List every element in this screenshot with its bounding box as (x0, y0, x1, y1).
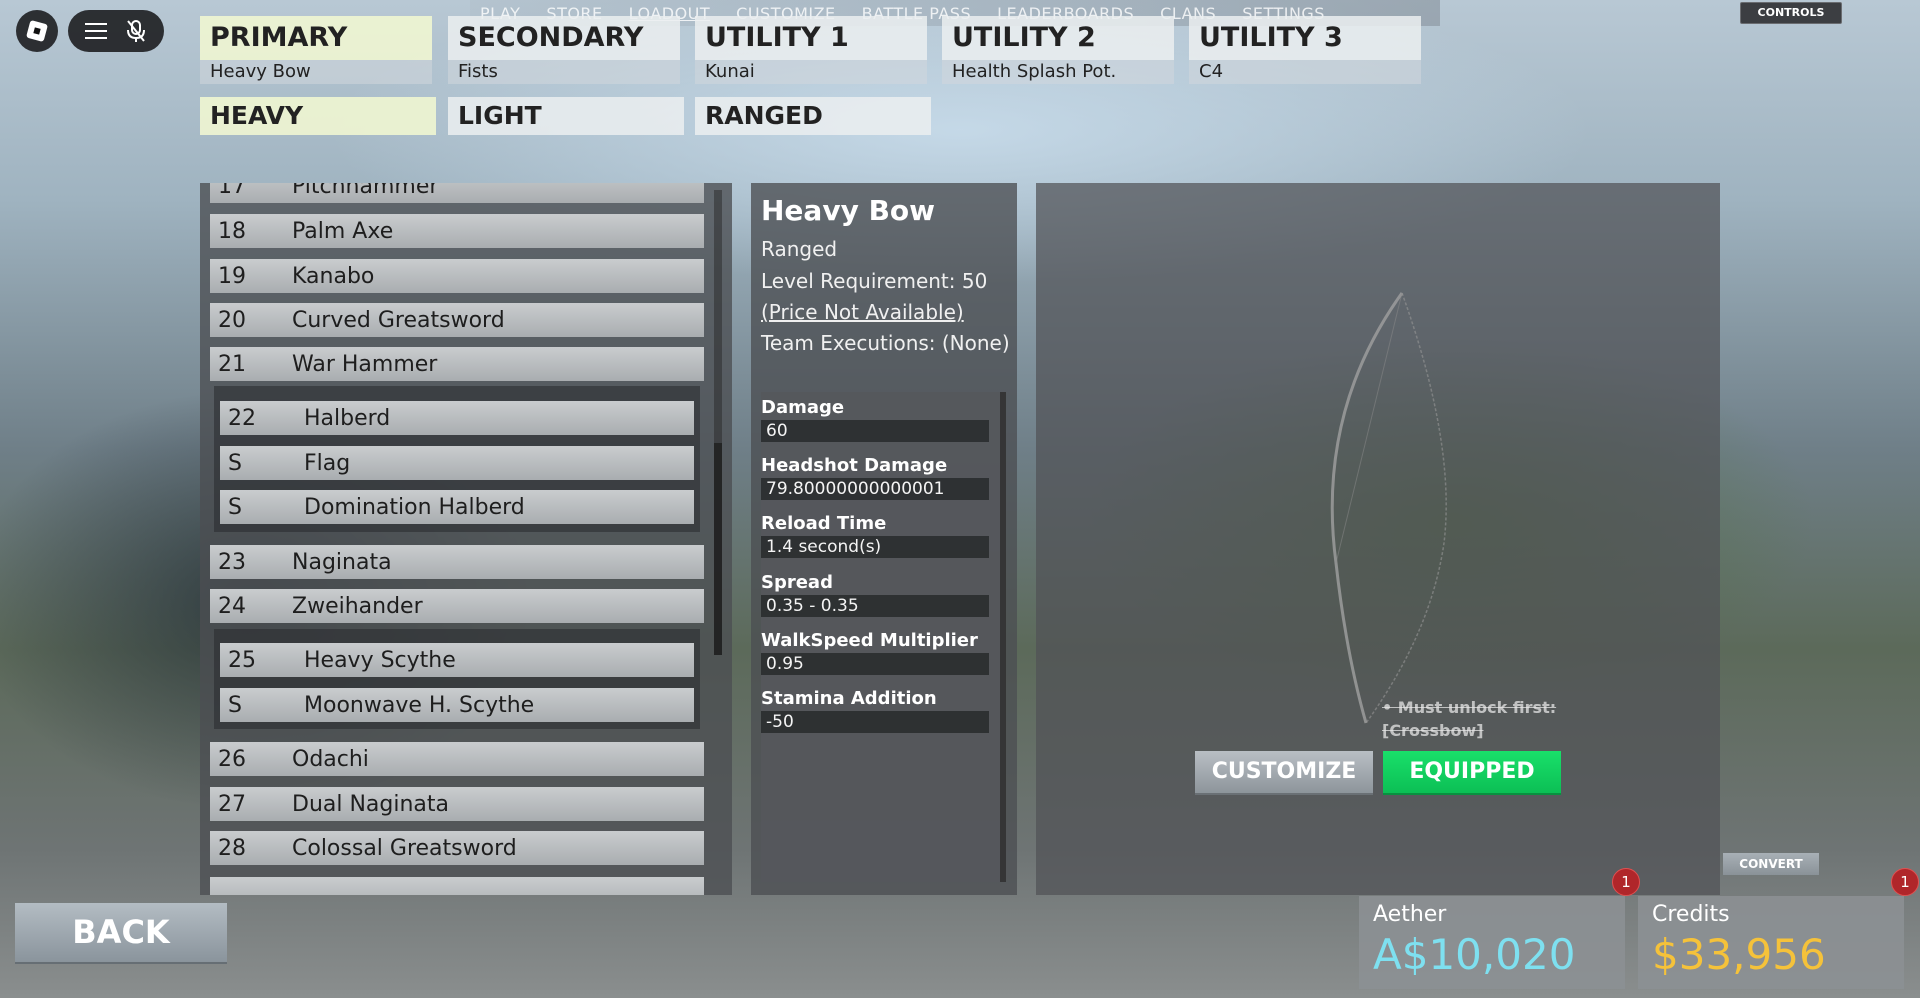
hamburger-menu-icon[interactable] (85, 23, 107, 39)
controls-button[interactable]: CONTROLS (1740, 2, 1842, 24)
weapon-row[interactable]: S Domination Halberd (220, 490, 694, 524)
stat-value: 60 (761, 420, 989, 442)
weapon-row[interactable]: 19 Kanabo (210, 259, 704, 293)
stat-label: Spread (761, 572, 833, 593)
slot-primary[interactable]: PRIMARY Heavy Bow (200, 16, 432, 84)
weapon-row[interactable]: S Moonwave H. Scythe (220, 688, 694, 722)
weapon-row[interactable]: 20 Curved Greatsword (210, 303, 704, 337)
credits-currency[interactable]: Credits $33,956 (1638, 896, 1904, 989)
price-link[interactable]: (Price Not Available) (761, 300, 964, 324)
credits-label: Credits (1652, 902, 1730, 927)
aether-notification-badge: 1 (1612, 868, 1640, 896)
slot-utility-2-item: Health Splash Pot. (942, 60, 1174, 84)
team-executions: Team Executions: (None) (761, 331, 1010, 355)
slot-utility-2[interactable]: UTILITY 2 Health Splash Pot. (942, 16, 1174, 84)
slot-utility-3-label: UTILITY 3 (1189, 16, 1421, 60)
slot-utility-1-item: Kunai (695, 60, 927, 84)
weapon-row[interactable]: 21 War Hammer (210, 347, 704, 381)
stat-value: 0.95 (761, 653, 989, 675)
slot-primary-label: PRIMARY (200, 16, 432, 60)
unlock-requirement: • Must unlock first: [Crossbow] (1382, 698, 1557, 740)
microphone-muted-icon[interactable] (125, 19, 147, 43)
category-light[interactable]: LIGHT (448, 97, 684, 135)
stats-scrollbar[interactable] (1000, 392, 1006, 882)
category-heavy[interactable]: HEAVY (200, 97, 436, 135)
roblox-logo-icon (25, 19, 49, 43)
slot-utility-1[interactable]: UTILITY 1 Kunai (695, 16, 927, 84)
convert-button[interactable]: CONVERT (1723, 853, 1819, 875)
credits-notification-badge: 1 (1891, 868, 1919, 896)
weapon-row[interactable] (210, 877, 704, 895)
equipped-button[interactable]: EQUIPPED (1383, 751, 1561, 793)
stat-value: -50 (761, 711, 989, 733)
aether-currency[interactable]: Aether A$10,020 (1359, 896, 1625, 989)
stat-label: WalkSpeed Multiplier (761, 630, 978, 651)
weapon-row[interactable]: S Flag (220, 446, 694, 480)
weapon-row[interactable]: 17 Pitchhammer (210, 183, 704, 203)
weapon-preview-panel (1036, 183, 1720, 895)
weapon-row[interactable]: 24 Zweihander (210, 589, 704, 623)
stat-label: Reload Time (761, 513, 887, 534)
roblox-menu-button[interactable] (16, 10, 58, 52)
weapon-type: Ranged (761, 237, 838, 261)
bow-model-icon (1330, 292, 1447, 724)
aether-value: A$10,020 (1373, 930, 1576, 979)
slot-utility-3[interactable]: UTILITY 3 C4 (1189, 16, 1421, 84)
back-button[interactable]: BACK (15, 903, 227, 962)
stat-label: Damage (761, 397, 845, 418)
slot-utility-1-label: UTILITY 1 (695, 16, 927, 60)
weapon-list-scroll-thumb[interactable] (714, 443, 722, 655)
slot-utility-3-item: C4 (1189, 60, 1421, 84)
weapon-row[interactable]: 27 Dual Naginata (210, 787, 704, 821)
slot-secondary-label: SECONDARY (448, 16, 680, 60)
roblox-toolbar (68, 10, 164, 52)
customize-button[interactable]: CUSTOMIZE (1195, 751, 1373, 793)
category-ranged[interactable]: RANGED (695, 97, 931, 135)
weapon-row[interactable]: 22 Halberd (220, 401, 694, 435)
credits-value: $33,956 (1652, 930, 1826, 979)
weapon-list-panel: 17 Pitchhammer 18 Palm Axe 19 Kanabo 20 … (200, 183, 732, 895)
weapon-row[interactable]: 25 Heavy Scythe (220, 643, 694, 677)
slot-secondary[interactable]: SECONDARY Fists (448, 16, 680, 84)
stat-value: 79.80000000000001 (761, 478, 989, 500)
weapon-row[interactable]: 18 Palm Axe (210, 214, 704, 248)
aether-label: Aether (1373, 902, 1447, 927)
level-requirement: Level Requirement: 50 (761, 269, 988, 293)
weapon-row[interactable]: 28 Colossal Greatsword (210, 831, 704, 865)
weapon-row[interactable]: 26 Odachi (210, 742, 704, 776)
stat-label: Stamina Addition (761, 688, 937, 709)
stat-value: 0.35 - 0.35 (761, 595, 989, 617)
slot-secondary-item: Fists (448, 60, 680, 84)
weapon-row[interactable]: 23 Naginata (210, 545, 704, 579)
weapon-name: Heavy Bow (761, 194, 936, 227)
stat-label: Headshot Damage (761, 455, 948, 476)
stat-value: 1.4 second(s) (761, 536, 989, 558)
slot-primary-item: Heavy Bow (200, 60, 432, 84)
slot-utility-2-label: UTILITY 2 (942, 16, 1174, 60)
